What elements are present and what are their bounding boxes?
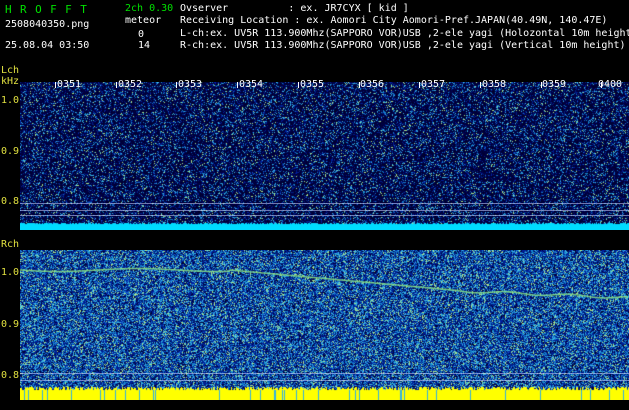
- time-tick-0359: 0359: [542, 79, 567, 90]
- lch-gridline: [20, 203, 629, 204]
- datetime: 25.08.04 03:50: [5, 40, 90, 51]
- lch-ytick-1: 1.0: [1, 95, 20, 106]
- rch-gridline: [20, 380, 629, 381]
- observer-info: Ovserver : ex. JR7CYX [ kid ]: [180, 3, 409, 14]
- lch-ytick-2: 0.9: [1, 146, 20, 157]
- rch-label: Rch: [1, 239, 20, 250]
- location-info: Receiving Location : ex. Aomori City Aom…: [180, 15, 608, 26]
- app-title: H R O F F T: [5, 3, 88, 16]
- time-tickmark: [298, 82, 299, 88]
- meteor-count-l: 0: [138, 29, 145, 40]
- khz-label: kHz: [1, 76, 20, 87]
- time-tick-0356: 0356: [360, 79, 385, 90]
- time-tick-0351: 0351: [57, 79, 82, 90]
- time-tickmark: [419, 82, 420, 88]
- lch-info: L-ch:ex. UV5R 113.900Mhz(SAPPORO VOR)USB…: [180, 28, 629, 39]
- time-tick-0352: 0352: [118, 79, 143, 90]
- meteor-label: meteor: [125, 15, 162, 26]
- rch-info: R-ch:ex. UV5R 113.900Mhz(SAPPORO VOR)USB…: [180, 40, 626, 51]
- lch-gridline: [20, 215, 629, 216]
- time-tick-0353: 0353: [178, 79, 203, 90]
- hroft-window: H R O F F T 2ch 0.30 meteor 2508040350.p…: [0, 0, 629, 410]
- time-tickmark: [116, 82, 117, 88]
- time-tick-0354: 0354: [239, 79, 264, 90]
- lch-spectrogram: [20, 82, 629, 230]
- filename: 2508040350.png: [5, 19, 90, 30]
- rch-ytick-2: 0.9: [1, 319, 20, 330]
- rch-ytick-3: 0.8: [1, 370, 20, 381]
- lch-gridline: [20, 210, 629, 211]
- time-tickmark: [176, 82, 177, 88]
- time-tick-0358: 0358: [482, 79, 507, 90]
- mode-label: 2ch 0.30: [125, 3, 174, 14]
- rch-gridline: [20, 373, 629, 374]
- time-tickmark: [480, 82, 481, 88]
- time-tick-0357: 0357: [421, 79, 446, 90]
- time-tick-0355: 0355: [300, 79, 325, 90]
- time-tickmark: [55, 82, 56, 88]
- lch-label: Lch: [1, 65, 20, 76]
- time-tickmark: [237, 82, 238, 88]
- meteor-count-r: 14: [138, 40, 151, 51]
- rch-spectrogram: [20, 250, 629, 400]
- rch-ytick-1: 1.0: [1, 267, 20, 278]
- time-tick-0400: 0400: [598, 79, 623, 90]
- lch-ytick-3: 0.8: [1, 196, 20, 207]
